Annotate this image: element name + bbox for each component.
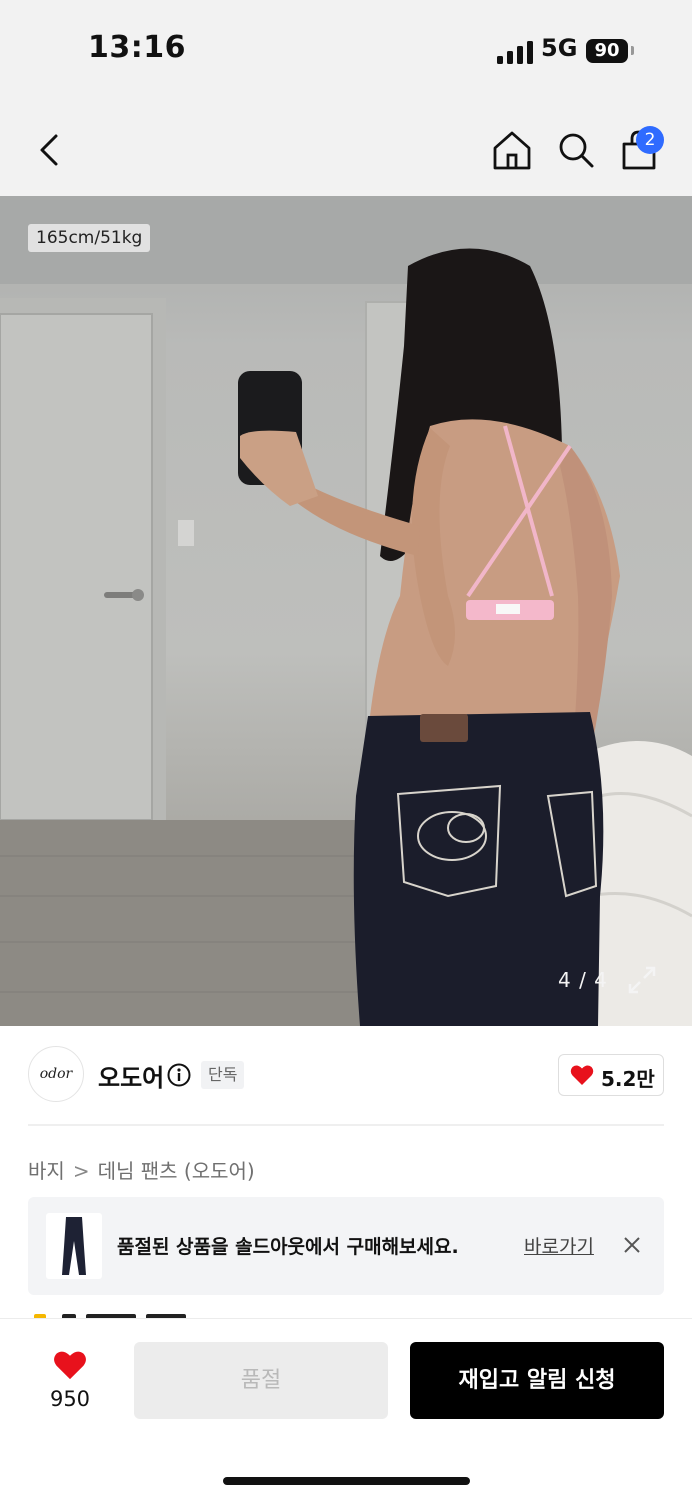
status-time: 13:16: [88, 30, 186, 65]
home-indicator: [223, 1477, 470, 1485]
brand-name[interactable]: 오도어: [98, 1058, 164, 1093]
info-icon[interactable]: [167, 1063, 191, 1087]
brand-like-count: 5.2만: [601, 1067, 655, 1091]
battery-tip: [631, 46, 634, 55]
cart-count-badge: 2: [636, 126, 664, 154]
banner-close-button[interactable]: [620, 1233, 644, 1257]
expand-image-button[interactable]: [624, 962, 660, 998]
bottom-action-bar: 950 품절 재입고 알림 신청: [0, 1318, 692, 1500]
product-image[interactable]: 165cm/51kg 4 / 4: [0, 196, 692, 1026]
wishlist-button[interactable]: [53, 1349, 87, 1381]
soldout-button: 품절: [134, 1342, 388, 1419]
divider: [28, 1124, 664, 1126]
battery-icon: 90: [586, 39, 628, 63]
brand-logo[interactable]: odor: [28, 1046, 84, 1102]
product-photo-illustration: [0, 196, 692, 1026]
heart-icon: [54, 1351, 86, 1380]
exclusive-badge: 단독: [201, 1061, 245, 1089]
network-type: 5G: [541, 34, 578, 62]
model-size-label: 165cm/51kg: [28, 224, 151, 252]
soldout-banner: 품절된 상품을 솔드아웃에서 구매해보세요. 바로가기: [28, 1197, 664, 1295]
back-button[interactable]: [32, 128, 68, 172]
breadcrumb-separator: >: [72, 1159, 90, 1183]
image-page-indicator: 4 / 4: [558, 968, 608, 992]
soldout-banner-link[interactable]: 바로가기: [524, 1232, 594, 1259]
product-thumbnail: [46, 1213, 102, 1279]
chevron-left-icon: [40, 134, 58, 166]
expand-icon: [628, 966, 656, 994]
top-bar: 13:16 5G 90 2: [0, 0, 692, 196]
restock-alert-button[interactable]: 재입고 알림 신청: [410, 1342, 664, 1419]
breadcrumb-subcategory[interactable]: 데님 팬츠 (오도어): [98, 1159, 255, 1183]
home-icon: [493, 131, 531, 170]
soldout-banner-message: 품절된 상품을 솔드아웃에서 구매해보세요.: [117, 1236, 459, 1258]
info-circle-icon: [167, 1063, 191, 1087]
cellular-signal-icon: [497, 40, 533, 64]
wishlist-count: 950: [49, 1387, 91, 1411]
brand-like-button[interactable]: 5.2만: [558, 1054, 664, 1096]
heart-icon: [570, 1065, 594, 1085]
home-button[interactable]: [492, 128, 532, 172]
search-icon: [559, 133, 594, 168]
breadcrumb: 바지 > 데님 팬츠 (오도어): [28, 1155, 255, 1184]
breadcrumb-category[interactable]: 바지: [28, 1159, 65, 1183]
jeans-thumbnail-icon: [62, 1217, 86, 1275]
search-button[interactable]: [556, 128, 596, 172]
close-icon: [624, 1237, 640, 1253]
